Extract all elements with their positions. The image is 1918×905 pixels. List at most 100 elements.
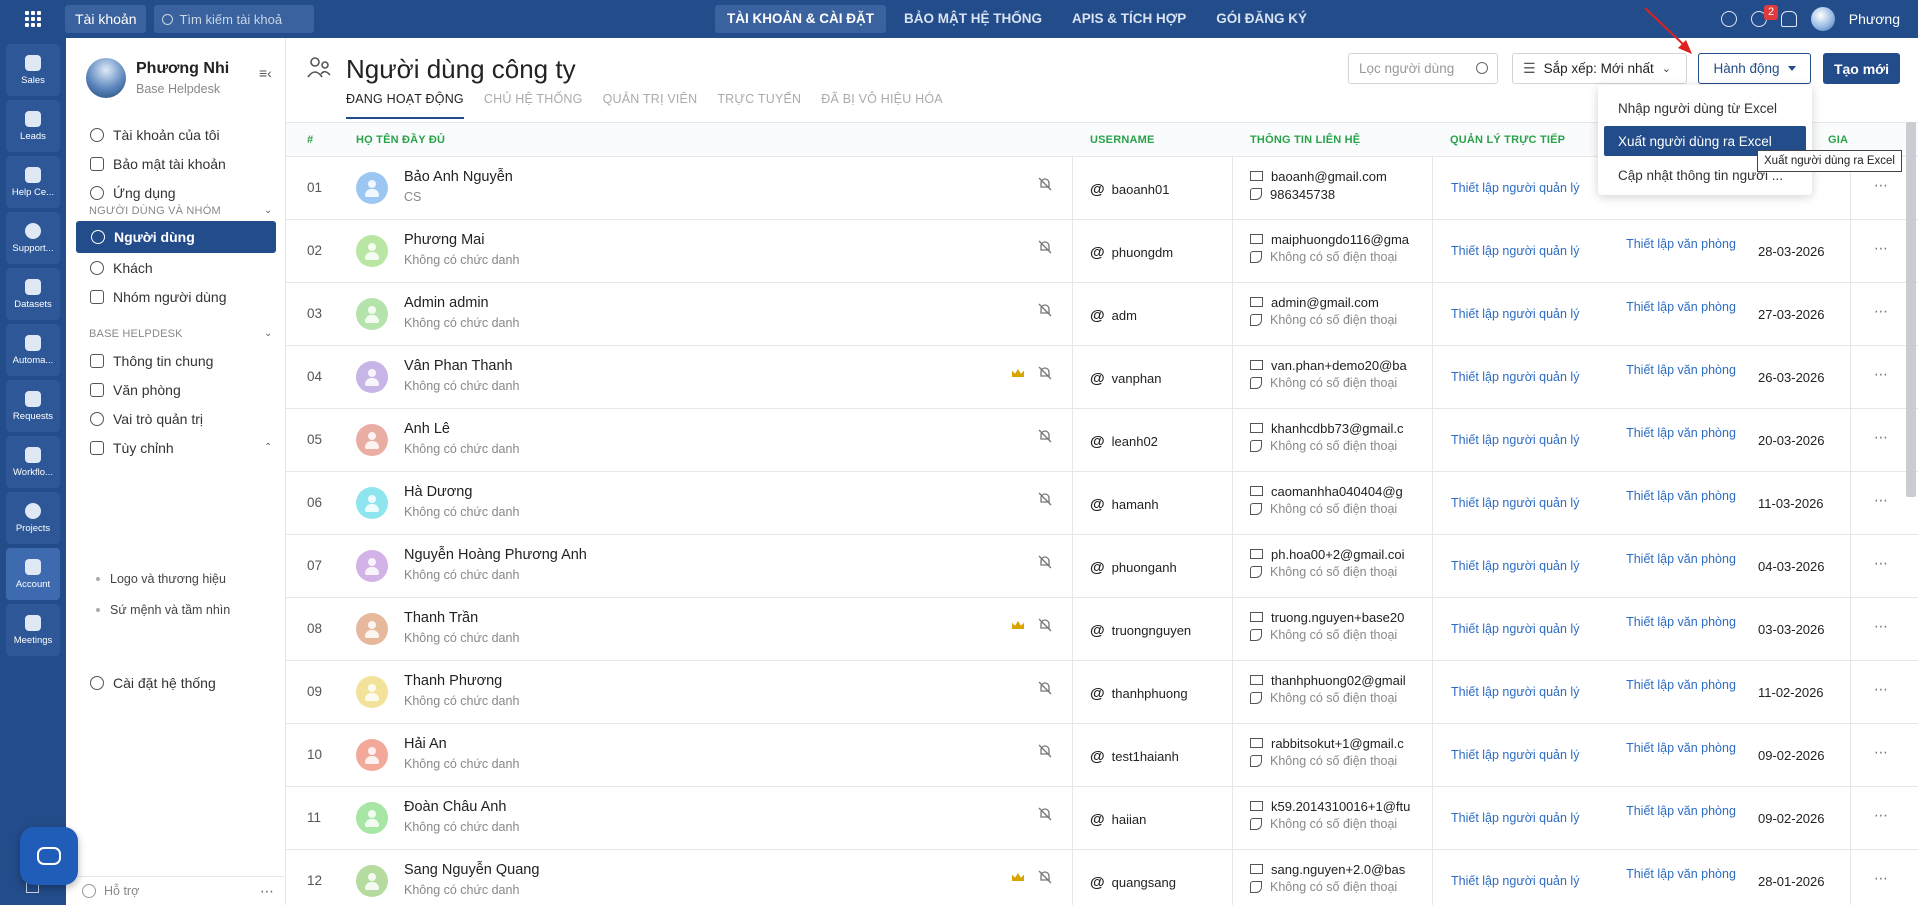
user-fullname[interactable]: Phương Mai <box>404 232 484 248</box>
tab-admins[interactable]: QUẢN TRỊ VIÊN <box>603 92 698 119</box>
bell-off-icon[interactable] <box>1038 807 1052 821</box>
set-office-link[interactable]: Thiết lập văn phòng <box>1626 299 1736 315</box>
row-more-icon[interactable]: ⋯ <box>1874 177 1889 194</box>
table-row[interactable]: 12 Sang Nguyễn Quang Không có chức danh @ qu… <box>286 850 1918 905</box>
col-date[interactable]: GIA <box>1828 134 1848 146</box>
user-avatar[interactable] <box>356 739 388 771</box>
row-more-icon[interactable]: ⋯ <box>1874 429 1889 446</box>
table-row[interactable]: 03 Admin admin Không có chức danh @ adm admin… <box>286 283 1918 346</box>
top-nav-security[interactable]: BẢO MẬT HỆ THỐNG <box>892 5 1054 33</box>
row-more-icon[interactable]: ⋯ <box>1874 744 1889 761</box>
col-manager[interactable]: QUẢN LÝ TRỰC TIẾP <box>1450 134 1565 146</box>
col-contact[interactable]: THÔNG TIN LIÊN HỆ <box>1250 134 1360 146</box>
user-fullname[interactable]: Sang Nguyễn Quang <box>404 862 539 878</box>
user-avatar[interactable] <box>356 235 388 267</box>
set-manager-link[interactable]: Thiết lập người quản lý <box>1451 244 1579 258</box>
row-more-icon[interactable]: ⋯ <box>1874 366 1889 383</box>
rail-help-center[interactable]: Help Ce... <box>6 156 60 208</box>
nav-general-info[interactable]: Thông tin chung <box>90 348 213 374</box>
contact-email[interactable]: khanhcdbb73@gmail.c <box>1271 421 1403 436</box>
set-office-link[interactable]: Thiết lập văn phòng <box>1626 866 1736 882</box>
row-more-icon[interactable]: ⋯ <box>1874 681 1889 698</box>
row-more-icon[interactable]: ⋯ <box>1874 492 1889 509</box>
set-office-link[interactable]: Thiết lập văn phòng <box>1626 425 1736 441</box>
tab-owners[interactable]: CHỦ HỆ THỐNG <box>484 92 583 119</box>
contact-email[interactable]: sang.nguyen+2.0@bas <box>1271 862 1405 877</box>
section-users-groups[interactable]: NGƯỜI DÙNG VÀ NHÓM <box>89 205 221 217</box>
tab-disabled[interactable]: ĐÃ BỊ VÔ HIỆU HÓA <box>821 92 942 119</box>
contact-email[interactable]: thanhphuong02@gmail <box>1271 673 1406 688</box>
rail-workflow[interactable]: Workflo... <box>6 436 60 488</box>
account-chip[interactable]: Tài khoản <box>65 5 147 33</box>
contact-email[interactable]: van.phan+demo20@ba <box>1271 358 1407 373</box>
section-base-helpdesk[interactable]: BASE HELPDESK <box>89 328 183 340</box>
contact-email[interactable]: rabbitsokut+1@gmail.c <box>1271 736 1404 751</box>
bell-off-icon[interactable] <box>1038 429 1052 443</box>
row-more-icon[interactable]: ⋯ <box>1874 870 1889 887</box>
user-fullname[interactable]: Hải An <box>404 736 447 752</box>
nav-user-groups[interactable]: Nhóm người dùng <box>90 284 227 310</box>
user-avatar[interactable] <box>356 424 388 456</box>
user-avatar[interactable] <box>356 361 388 393</box>
table-row[interactable]: 05 Anh Lê Không có chức danh @ leanh02 khanhc… <box>286 409 1918 472</box>
menu-import-excel[interactable]: Nhập người dùng từ Excel <box>1604 93 1806 123</box>
nav-mission-vision[interactable]: Sứ mệnh và tầm nhìn <box>96 603 230 617</box>
bell-off-icon[interactable] <box>1038 681 1052 695</box>
user-avatar[interactable] <box>1810 7 1835 31</box>
bell-off-icon[interactable] <box>1038 555 1052 569</box>
chat-button[interactable] <box>20 827 78 885</box>
user-fullname[interactable]: Nguyễn Hoàng Phương Anh <box>404 547 587 563</box>
app-grid-button[interactable] <box>0 0 65 38</box>
set-manager-link[interactable]: Thiết lập người quản lý <box>1451 559 1579 573</box>
bell-off-icon[interactable] <box>1038 240 1052 254</box>
set-manager-link[interactable]: Thiết lập người quản lý <box>1451 622 1579 636</box>
set-manager-link[interactable]: Thiết lập người quản lý <box>1451 685 1579 699</box>
set-manager-link[interactable]: Thiết lập người quản lý <box>1451 433 1579 447</box>
row-more-icon[interactable]: ⋯ <box>1874 303 1889 320</box>
nav-logo-branding[interactable]: Logo và thương hiệu <box>96 572 226 586</box>
send-icon[interactable] <box>1720 11 1737 27</box>
user-fullname[interactable]: Thanh Trần <box>404 610 478 626</box>
chevron-down-icon[interactable]: ⌄ <box>264 205 272 216</box>
set-office-link[interactable]: Thiết lập văn phòng <box>1626 740 1736 756</box>
set-office-link[interactable]: Thiết lập văn phòng <box>1626 488 1736 504</box>
sort-dropdown[interactable]: ☰ Sắp xếp: Mới nhất ⌄ <box>1512 53 1687 84</box>
user-fullname[interactable]: Hà Dương <box>404 484 472 500</box>
tab-online[interactable]: TRỰC TUYẾN <box>717 92 801 119</box>
top-nav-apis[interactable]: APIS & TÍCH HỢP <box>1060 5 1198 33</box>
top-nav-subscription[interactable]: GÓI ĐĂNG KÝ <box>1204 5 1319 33</box>
rail-meetings[interactable]: Meetings <box>6 604 60 656</box>
rail-automation[interactable]: Automa... <box>6 324 60 376</box>
rail-account[interactable]: Account <box>6 548 60 600</box>
row-more-icon[interactable]: ⋯ <box>1874 618 1889 635</box>
user-fullname[interactable]: Bảo Anh Nguyễn <box>404 169 513 185</box>
set-manager-link[interactable]: Thiết lập người quản lý <box>1451 370 1579 384</box>
set-office-link[interactable]: Thiết lập văn phòng <box>1626 551 1736 567</box>
contact-email[interactable]: ph.hoa00+2@gmail.coi <box>1271 547 1405 562</box>
nav-customize[interactable]: Tùy chỉnh <box>90 435 174 461</box>
contact-email[interactable]: admin@gmail.com <box>1271 295 1379 310</box>
contact-email[interactable]: k59.2014310016+1@ftu <box>1271 799 1410 814</box>
create-button[interactable]: Tạo mới <box>1823 53 1900 84</box>
user-avatar[interactable] <box>356 802 388 834</box>
table-row[interactable]: 09 Thanh Phương Không có chức danh @ thanhph… <box>286 661 1918 724</box>
user-fullname[interactable]: Vân Phan Thanh <box>404 358 513 374</box>
nav-admin-roles[interactable]: Vai trò quản trị <box>90 406 203 432</box>
user-name[interactable]: Phương <box>1849 11 1900 27</box>
rail-datasets[interactable]: Datasets <box>6 268 60 320</box>
top-search-input[interactable]: Tìm kiếm tài khoả <box>154 5 315 33</box>
contact-email[interactable]: baoanh@gmail.com <box>1271 169 1387 184</box>
set-office-link[interactable]: Thiết lập văn phòng <box>1626 677 1736 693</box>
user-fullname[interactable]: Thanh Phương <box>404 673 502 689</box>
set-office-link[interactable]: Thiết lập văn phòng <box>1626 236 1736 252</box>
contact-email[interactable]: maiphuongdo116@gma <box>1271 232 1409 247</box>
nav-users[interactable]: Người dùng <box>76 221 276 253</box>
filter-users-input[interactable]: Lọc người dùng <box>1348 53 1498 84</box>
user-avatar[interactable] <box>356 298 388 330</box>
user-fullname[interactable]: Anh Lê <box>404 421 450 437</box>
bell-off-icon[interactable] <box>1038 870 1052 884</box>
nav-my-account[interactable]: Tài khoản của tôi <box>90 122 220 148</box>
chevron-up-icon[interactable]: ⌃ <box>264 442 272 453</box>
bell-off-icon[interactable] <box>1038 177 1052 191</box>
rail-support[interactable]: Support... <box>6 212 60 264</box>
